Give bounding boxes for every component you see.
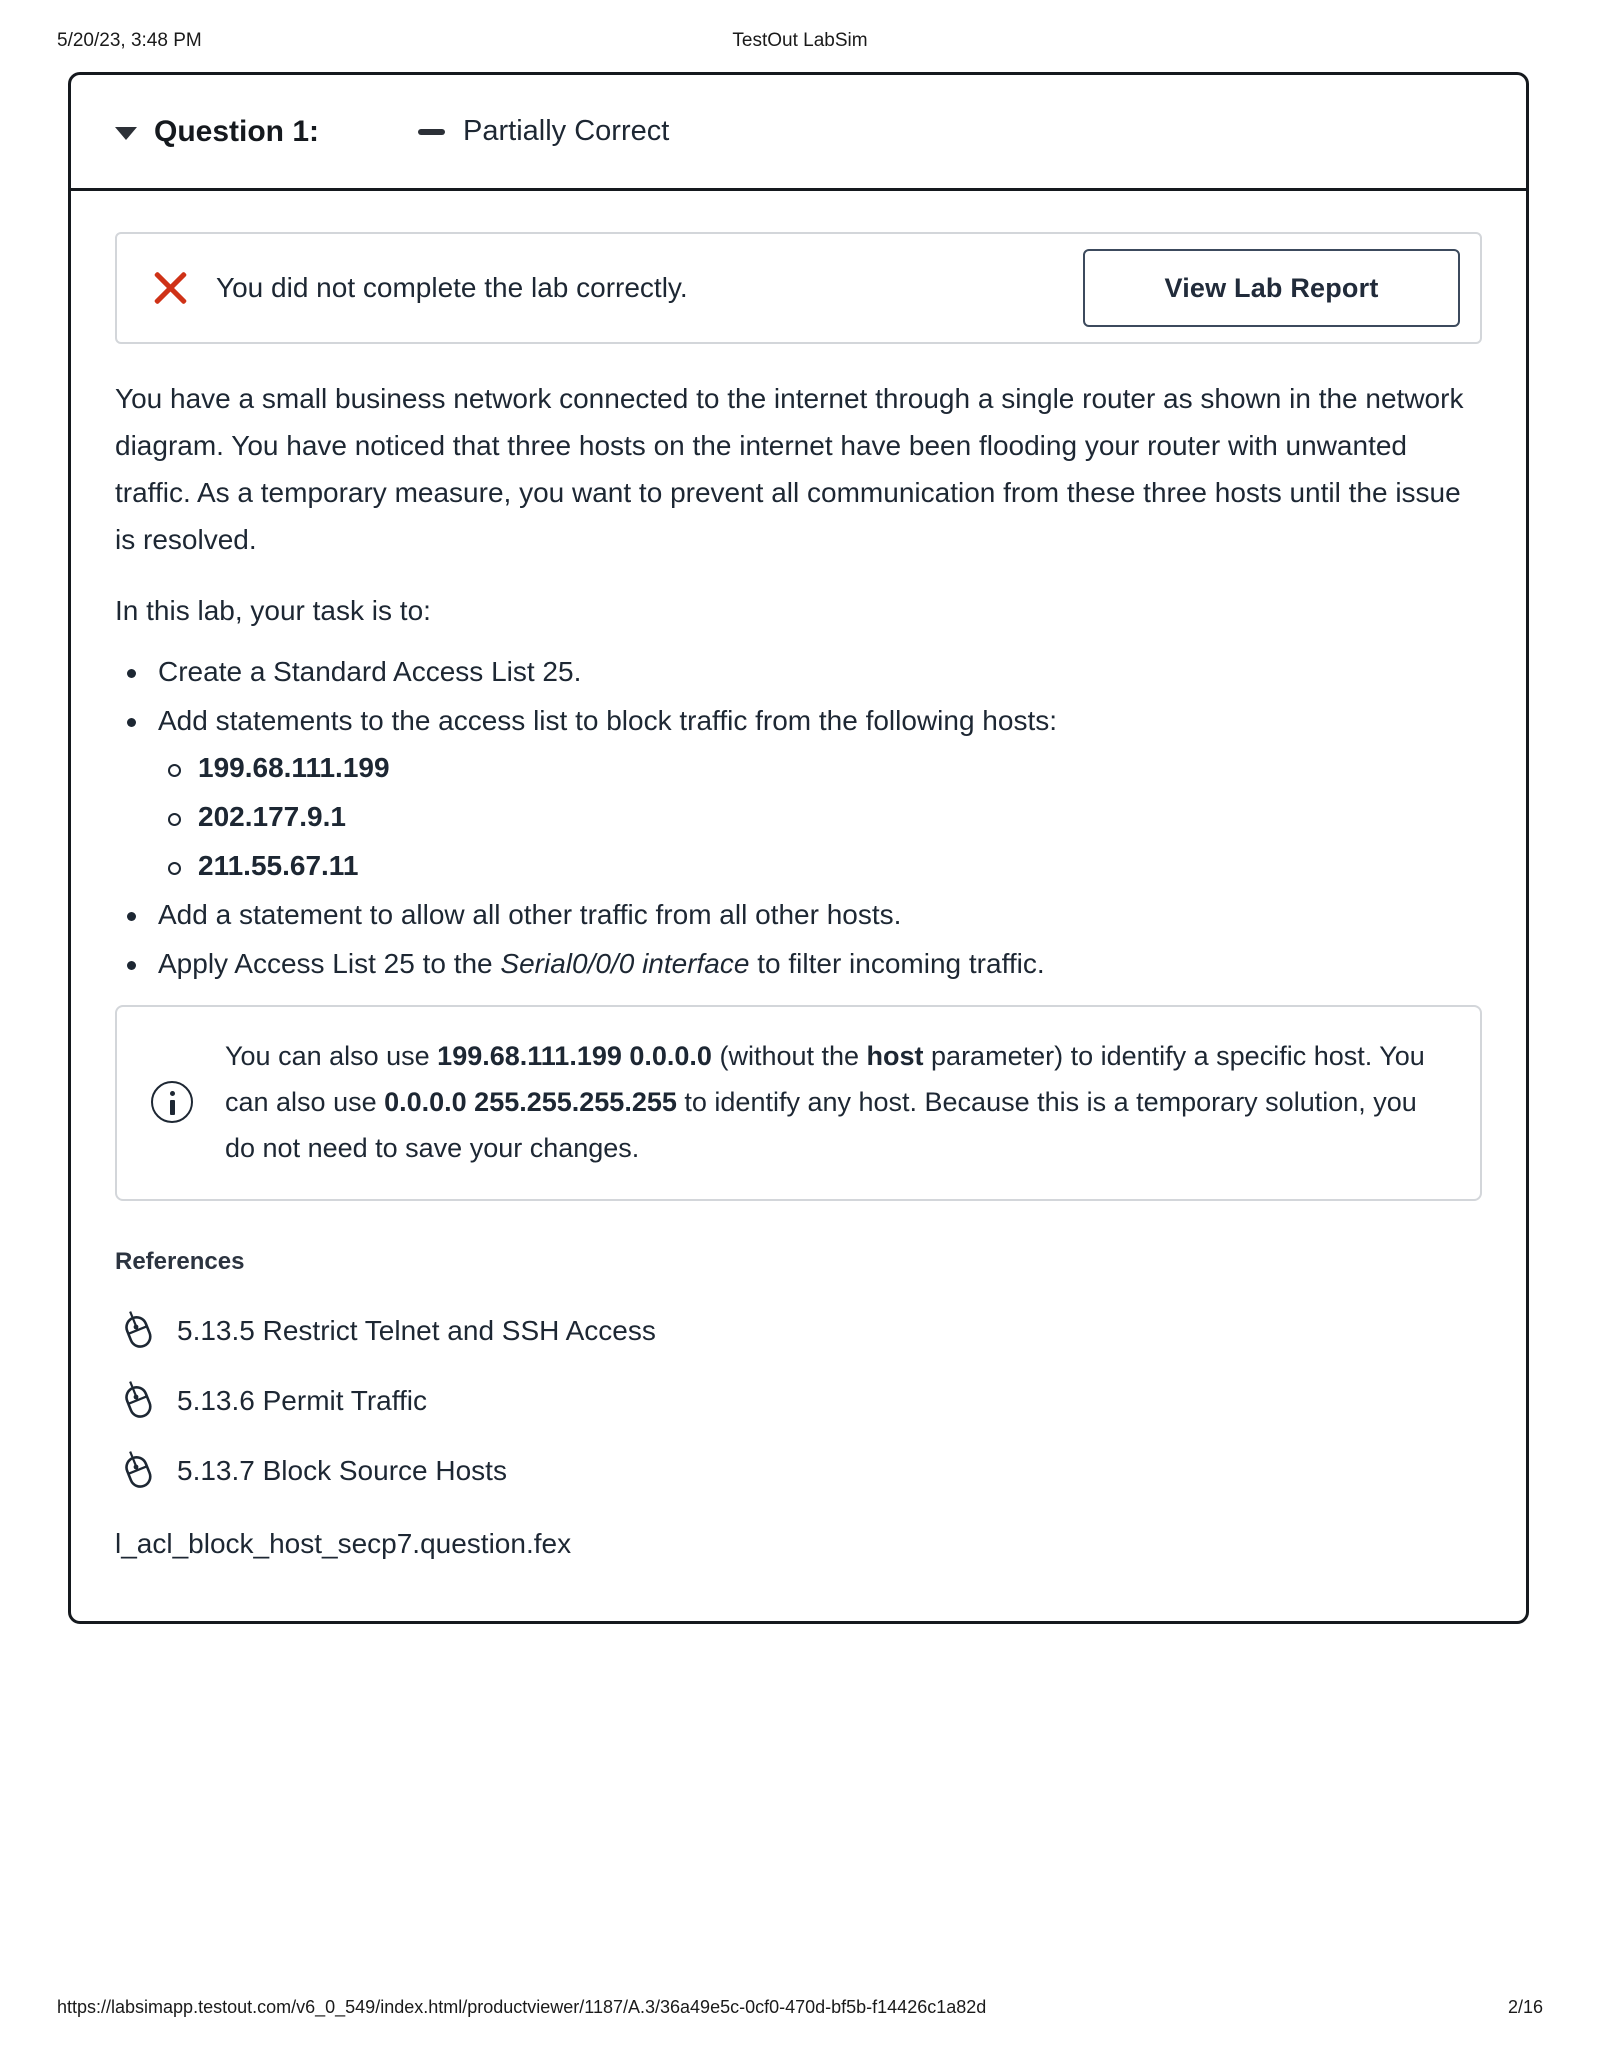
task-item-prefix: Apply Access List 25 to the bbox=[158, 948, 501, 979]
print-footer-page: 2/16 bbox=[1507, 1997, 1543, 2017]
info-callout-text: You can also use 199.68.111.199 0.0.0.0 … bbox=[225, 1033, 1446, 1171]
host-list: 199.68.111.199 202.177.9.1 211.55.67.11 bbox=[158, 744, 1482, 889]
print-document-title: TestOut LabSim bbox=[732, 30, 868, 51]
reference-item[interactable]: 5.13.5 Restrict Telnet and SSH Access bbox=[115, 1296, 1482, 1366]
host-list-item: 202.177.9.1 bbox=[158, 793, 1482, 840]
reference-item[interactable]: 5.13.6 Permit Traffic bbox=[115, 1366, 1482, 1436]
print-header: 5/20/23, 3:48 PM TestOut LabSim bbox=[0, 30, 1600, 60]
question-body: You did not complete the lab correctly. … bbox=[71, 232, 1526, 1560]
lab-result-message: You did not complete the lab correctly. bbox=[216, 272, 688, 303]
chevron-down-icon[interactable] bbox=[115, 126, 137, 140]
view-lab-report-button[interactable]: View Lab Report bbox=[1083, 249, 1460, 327]
reference-label: 5.13.7 Block Source Hosts bbox=[177, 1455, 507, 1486]
mouse-icon bbox=[115, 1448, 161, 1494]
scenario-paragraph: You have a small business network connec… bbox=[115, 383, 1464, 555]
info-part-2: (without the bbox=[711, 1041, 867, 1071]
question-card: Question 1: Partially Correct You did no… bbox=[68, 72, 1529, 1624]
info-bold-3: 0.0.0.0 255.255.255.255 bbox=[384, 1087, 677, 1117]
mouse-icon bbox=[115, 1378, 161, 1424]
minus-dash-icon bbox=[418, 128, 446, 135]
task-item: Add statements to the access list to blo… bbox=[115, 697, 1482, 889]
task-item: Create a Standard Access List 25. bbox=[115, 648, 1482, 695]
task-item-emphasis: Serial0/0/0 interface bbox=[500, 948, 750, 979]
status-badge: Partially Correct bbox=[463, 115, 670, 147]
reference-label: 5.13.5 Restrict Telnet and SSH Access bbox=[177, 1315, 656, 1346]
reference-label: 5.13.6 Permit Traffic bbox=[177, 1385, 428, 1416]
host-list-item: 199.68.111.199 bbox=[158, 744, 1482, 791]
task-item-label: Create a Standard Access List 25. bbox=[158, 656, 582, 687]
red-x-icon bbox=[147, 265, 193, 311]
reference-item[interactable]: 5.13.7 Block Source Hosts bbox=[115, 1436, 1482, 1506]
print-footer-url: https://labsimapp.testout.com/v6_0_549/i… bbox=[57, 1997, 987, 2017]
info-callout: You can also use 199.68.111.199 0.0.0.0 … bbox=[115, 1005, 1482, 1201]
mouse-icon bbox=[115, 1308, 161, 1354]
question-header[interactable]: Question 1: Partially Correct bbox=[71, 75, 1526, 191]
host-list-item: 211.55.67.11 bbox=[158, 842, 1482, 889]
question-status: Partially Correct bbox=[418, 115, 669, 148]
print-footer: https://labsimapp.testout.com/v6_0_549/i… bbox=[0, 1997, 1600, 2023]
scenario-text: You have a small business network connec… bbox=[115, 375, 1482, 987]
task-item-suffix: to filter incoming traffic. bbox=[749, 948, 1045, 979]
question-file-name: l_acl_block_host_secp7.question.fex bbox=[115, 1528, 572, 1559]
info-bold-2: host bbox=[866, 1041, 924, 1071]
references-heading: References bbox=[115, 1248, 245, 1275]
info-circle-icon bbox=[151, 1081, 193, 1123]
info-bold-1: 199.68.111.199 0.0.0.0 bbox=[437, 1041, 712, 1071]
task-item-label: Add statements to the access list to blo… bbox=[158, 705, 1058, 736]
task-intro: In this lab, your task is to: bbox=[115, 595, 431, 626]
info-part-1: You can also use bbox=[225, 1041, 438, 1071]
question-label: Question 1: bbox=[154, 114, 320, 148]
task-list: Create a Standard Access List 25. Add st… bbox=[115, 648, 1482, 987]
references-list: 5.13.5 Restrict Telnet and SSH Access 5.… bbox=[115, 1296, 1482, 1506]
task-item: Apply Access List 25 to the Serial0/0/0 … bbox=[115, 940, 1482, 987]
task-item-label: Add a statement to allow all other traff… bbox=[158, 899, 902, 930]
task-item: Add a statement to allow all other traff… bbox=[115, 891, 1482, 938]
lab-result-banner: You did not complete the lab correctly. … bbox=[115, 232, 1482, 344]
